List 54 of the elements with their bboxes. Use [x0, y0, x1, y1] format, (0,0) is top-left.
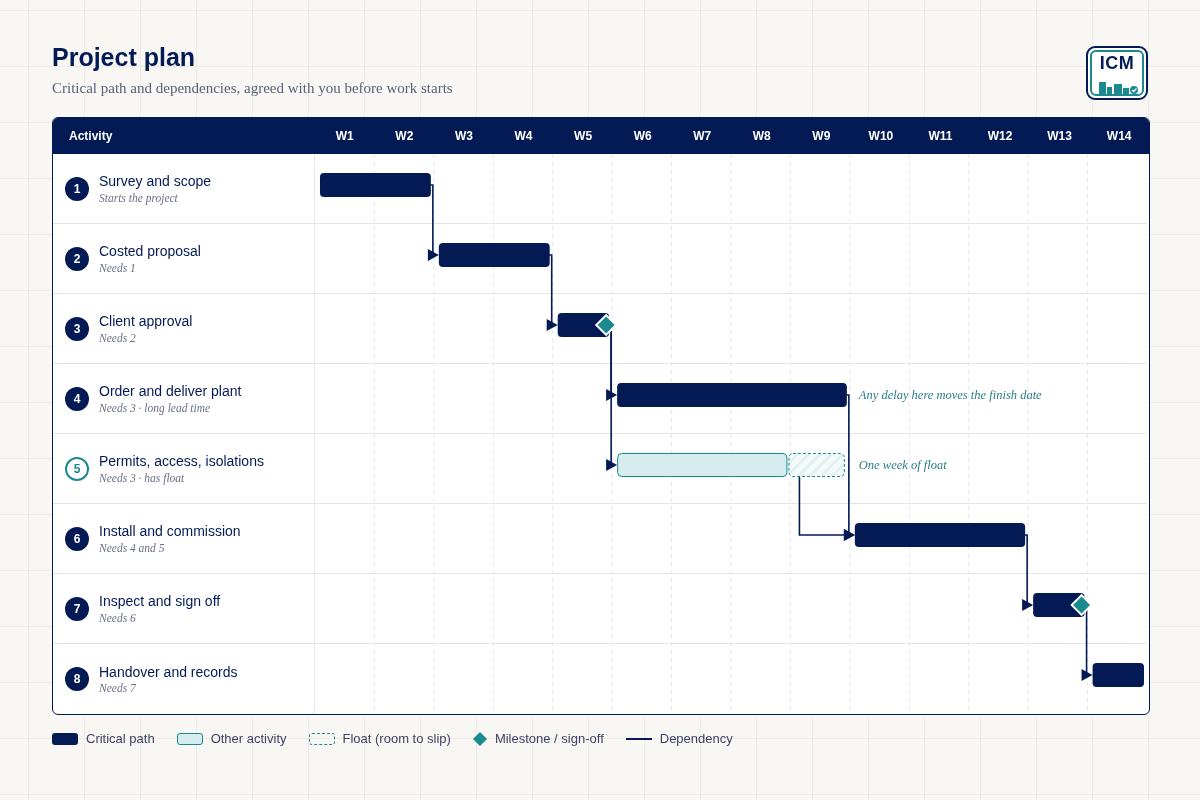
legend-label: Critical path: [86, 731, 155, 746]
bar-annotation: Any delay here moves the finish date: [858, 388, 1042, 402]
step-number: 1: [65, 176, 89, 201]
step-number: 3: [65, 316, 89, 341]
legend-label: Float (room to slip): [342, 731, 451, 746]
step-number: 6: [65, 526, 89, 551]
step-number: 4: [65, 386, 89, 411]
week-header: W7: [692, 129, 713, 143]
step-number: 8: [65, 667, 89, 691]
legend-label: Other activity: [210, 731, 287, 746]
legend-swatch: [52, 732, 78, 745]
legend-swatch: [176, 732, 203, 745]
legend-swatch: [308, 732, 335, 745]
task-note: Needs 6: [99, 611, 137, 624]
week-header: W10: [867, 129, 895, 143]
bar-annotation: One week of float: [858, 458, 947, 472]
week-header: W8: [751, 129, 772, 143]
week-header: W6: [632, 129, 653, 143]
task-note: Needs 4 and 5: [99, 541, 166, 554]
week-header: W13: [1046, 129, 1073, 143]
week-header: W4: [513, 129, 534, 143]
week-header: W3: [453, 129, 474, 143]
legend-label: Dependency: [659, 731, 733, 746]
task-note: Needs 3 · long lead time: [99, 401, 212, 414]
week-header: W11: [927, 129, 954, 143]
week-header: W12: [986, 129, 1014, 143]
task-note: Needs 3 · has float: [99, 471, 186, 484]
task-name: Survey and scope: [99, 173, 212, 190]
week-header: W5: [573, 129, 594, 143]
task-name: Costed proposal: [99, 243, 201, 260]
page-subtitle: Critical path and dependencies, agreed with you before work starts: [52, 80, 453, 97]
column-header: Activity: [68, 129, 114, 143]
task-note: Starts the project: [99, 191, 179, 204]
task-name: Client approval: [99, 313, 193, 330]
task-name: Install and commission: [99, 523, 241, 540]
step-number: 7: [65, 596, 89, 621]
step-number: 2: [65, 246, 89, 271]
task-name: Order and deliver plant: [99, 383, 242, 400]
week-header: W9: [811, 129, 832, 143]
week-header: W2: [394, 129, 415, 143]
task-note: Needs 1: [99, 261, 137, 274]
logo-text: ICM: [1099, 54, 1135, 72]
float-bar: [788, 453, 845, 477]
legend-label: Milestone / sign-off: [494, 731, 604, 746]
step-number: 5: [65, 456, 89, 481]
week-header: W14: [1105, 129, 1133, 143]
task-note: Needs 2: [99, 331, 137, 344]
task-name: Handover and records: [99, 663, 238, 681]
legend-swatch: [625, 737, 652, 740]
task-note: Needs 7: [99, 682, 137, 695]
page-title: Project plan: [52, 42, 197, 72]
task-name: Inspect and sign off: [99, 593, 221, 610]
week-header: W1: [334, 129, 355, 143]
task-name: Permits, access, isolations: [99, 453, 264, 470]
